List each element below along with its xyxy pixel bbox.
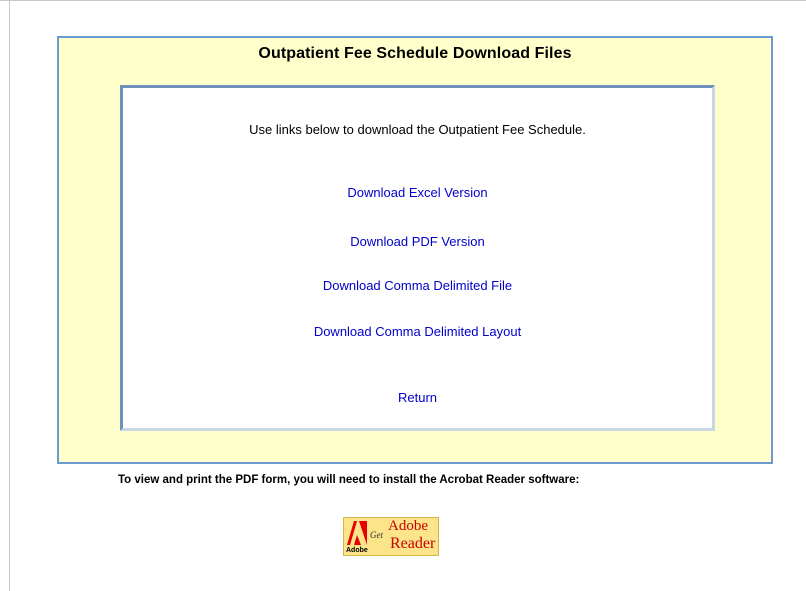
page: Outpatient Fee Schedule Download Files U… bbox=[0, 0, 806, 591]
download-pdf-link[interactable]: Download PDF Version bbox=[123, 234, 712, 249]
return-link[interactable]: Return bbox=[123, 390, 712, 405]
get-adobe-reader-button[interactable]: Adobe Get Adobe Reader bbox=[343, 517, 439, 556]
adobe-small-label: Adobe bbox=[346, 547, 368, 554]
reader-product-label: Reader bbox=[390, 535, 436, 552]
get-label: Get bbox=[370, 530, 383, 540]
intro-text: Use links below to download the Outpatie… bbox=[249, 122, 586, 137]
panel-title: Outpatient Fee Schedule Download Files bbox=[258, 45, 572, 62]
download-comma-file-link[interactable]: Download Comma Delimited File bbox=[123, 278, 712, 293]
download-excel-label[interactable]: Download Excel Version bbox=[347, 185, 487, 200]
download-comma-layout-label[interactable]: Download Comma Delimited Layout bbox=[314, 324, 521, 339]
download-comma-layout-link[interactable]: Download Comma Delimited Layout bbox=[123, 324, 712, 339]
download-excel-link[interactable]: Download Excel Version bbox=[123, 185, 712, 200]
acrobat-note: To view and print the PDF form, you will… bbox=[118, 474, 580, 486]
frame-left-border bbox=[9, 0, 10, 591]
frame-top-border bbox=[0, 0, 806, 1]
return-label[interactable]: Return bbox=[398, 390, 437, 405]
download-panel: Outpatient Fee Schedule Download Files U… bbox=[57, 36, 773, 464]
download-comma-file-label[interactable]: Download Comma Delimited File bbox=[323, 278, 512, 293]
adobe-brand-label: Adobe bbox=[388, 518, 428, 534]
adobe-logo-icon bbox=[346, 520, 368, 546]
download-links-box: Use links below to download the Outpatie… bbox=[120, 85, 715, 431]
download-pdf-label[interactable]: Download PDF Version bbox=[350, 234, 484, 249]
